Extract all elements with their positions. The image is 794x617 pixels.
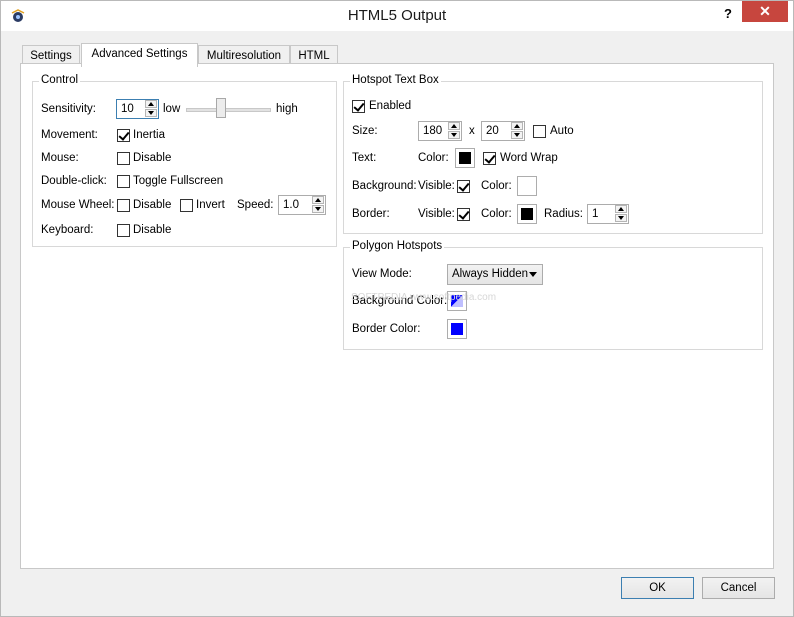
word-wrap-checkbox[interactable] (483, 152, 496, 165)
sensitivity-slider[interactable] (186, 108, 271, 112)
background-color-fill (521, 180, 533, 192)
wheel-speed-value: 1.0 (283, 199, 299, 211)
chevron-down-icon (529, 272, 537, 277)
cancel-button[interactable]: Cancel (702, 577, 775, 599)
sensitivity-high-label: high (276, 103, 298, 115)
text-label: Text: (352, 152, 377, 164)
spin-down-arrow-icon[interactable] (145, 109, 157, 117)
wheel-speed-label: Speed: (237, 199, 274, 211)
sensitivity-slider-thumb[interactable] (216, 98, 226, 118)
html5-output-dialog: HTML5 Output ? ✕ Settings Advanced Setti… (0, 0, 794, 617)
border-visible-label: Visible: (418, 208, 455, 220)
sensitivity-value: 10 (121, 103, 134, 115)
size-label: Size: (352, 125, 378, 137)
word-wrap-label: Word Wrap (500, 152, 558, 164)
keyboard-label: Keyboard: (41, 224, 94, 236)
border-label: Border: (352, 208, 390, 220)
polygon-border-color-fill (451, 323, 463, 335)
spin-down-arrow-icon[interactable] (448, 131, 460, 139)
polygon-border-color-label: Border Color: (352, 323, 421, 335)
close-button[interactable]: ✕ (742, 1, 788, 22)
sensitivity-label: Sensitivity: (41, 103, 96, 115)
size-height-value: 20 (486, 125, 499, 137)
mouse-label: Mouse: (41, 152, 79, 164)
background-color-label: Color: (481, 180, 512, 192)
border-color-label: Color: (481, 208, 512, 220)
polygon-hotspots-title: Polygon Hotspots (350, 240, 445, 252)
size-height-spinbox[interactable]: 20 (481, 121, 525, 141)
text-color-fill (459, 152, 471, 164)
enabled-checkbox[interactable] (352, 100, 365, 113)
softpedia-watermark: SOFTPEDIA www.softpedia.com (351, 292, 497, 303)
hotspot-text-box-group: Hotspot Text Box Enabled Size: 180 x 20 … (343, 74, 763, 234)
spin-up-arrow-icon[interactable] (448, 122, 460, 130)
view-mode-value: Always Hidden (452, 268, 529, 280)
keyboard-disable-label: Disable (133, 224, 172, 236)
spin-down-arrow-icon[interactable] (615, 214, 627, 222)
size-x-label: x (469, 125, 475, 137)
radius-value: 1 (592, 208, 599, 220)
hotspot-text-box-title: Hotspot Text Box (350, 74, 441, 86)
text-color-label: Color: (418, 152, 449, 164)
spin-up-arrow-icon[interactable] (615, 205, 627, 213)
text-color-swatch[interactable] (455, 148, 475, 168)
background-visible-checkbox[interactable] (457, 180, 470, 193)
double-click-label: Double-click: (41, 175, 107, 187)
background-label: Background: (352, 180, 417, 192)
spin-up-arrow-icon[interactable] (145, 100, 157, 108)
enabled-label: Enabled (369, 100, 412, 112)
wheel-invert-label: Invert (196, 199, 225, 211)
auto-size-label: Auto (550, 125, 574, 137)
toggle-fullscreen-label: Toggle Fullscreen (133, 175, 224, 187)
spin-down-arrow-icon[interactable] (511, 131, 523, 139)
view-mode-dropdown[interactable]: Always Hidden (447, 264, 543, 285)
mouse-disable-label: Disable (133, 152, 172, 164)
radius-spinbox[interactable]: 1 (587, 204, 629, 224)
border-visible-checkbox[interactable] (457, 208, 470, 221)
help-button[interactable]: ? (719, 5, 737, 23)
sensitivity-spinbox[interactable]: 10 (116, 99, 159, 119)
border-color-swatch[interactable] (517, 204, 537, 224)
size-width-value: 180 (423, 125, 443, 137)
toggle-fullscreen-checkbox[interactable] (117, 175, 130, 188)
inertia-checkbox[interactable] (117, 129, 130, 142)
window-title: HTML5 Output (347, 7, 447, 24)
mouse-wheel-label: Mouse Wheel: (41, 199, 115, 211)
advanced-settings-panel: Control Sensitivity: 10 low high Movemen… (20, 63, 774, 569)
wheel-disable-label: Disable (133, 199, 172, 211)
view-mode-label: View Mode: (352, 268, 412, 280)
radius-label: Radius: (544, 208, 583, 220)
tab-advanced-settings[interactable]: Advanced Settings (81, 43, 198, 67)
wheel-invert-checkbox[interactable] (180, 199, 193, 212)
close-icon: ✕ (759, 3, 771, 19)
inertia-label: Inertia (133, 129, 165, 141)
auto-size-checkbox[interactable] (533, 125, 546, 138)
mouse-disable-checkbox[interactable] (117, 152, 130, 165)
movement-label: Movement: (41, 129, 98, 141)
spin-up-arrow-icon[interactable] (511, 122, 523, 130)
control-group: Control Sensitivity: 10 low high Movemen… (32, 74, 337, 247)
wheel-disable-checkbox[interactable] (117, 199, 130, 212)
wheel-speed-spinbox[interactable]: 1.0 (278, 195, 326, 215)
background-visible-label: Visible: (418, 180, 455, 192)
ok-button[interactable]: OK (621, 577, 694, 599)
spin-down-arrow-icon[interactable] (312, 205, 324, 213)
keyboard-disable-checkbox[interactable] (117, 224, 130, 237)
control-group-title: Control (39, 74, 81, 86)
polygon-border-color-swatch[interactable] (447, 319, 467, 339)
border-color-fill (521, 208, 533, 220)
background-color-swatch[interactable] (517, 176, 537, 196)
title-bar[interactable]: HTML5 Output ? ✕ (1, 1, 793, 31)
size-width-spinbox[interactable]: 180 (418, 121, 462, 141)
spin-up-arrow-icon[interactable] (312, 196, 324, 204)
sensitivity-low-label: low (163, 103, 181, 115)
